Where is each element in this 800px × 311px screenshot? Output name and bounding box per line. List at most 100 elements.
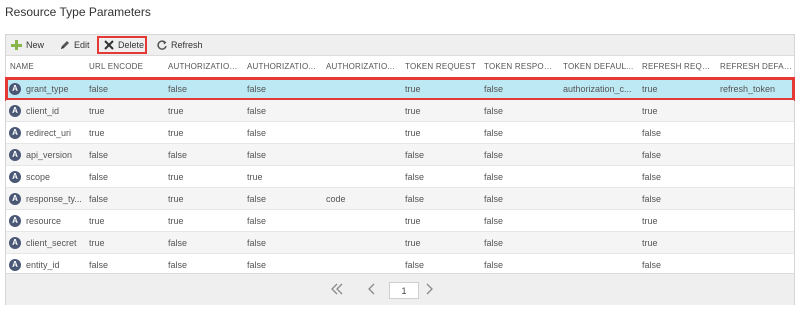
pagination-bar xyxy=(6,273,794,305)
toolbar: New Edit Delete Refresh xyxy=(6,35,794,56)
cell-refresh-default xyxy=(720,100,792,122)
cell-name: redirect_uri xyxy=(26,128,72,138)
x-icon xyxy=(103,39,115,51)
cell-token-response: false xyxy=(484,106,504,116)
cell-authorization-3: code xyxy=(326,194,346,204)
cell-authorization-2: false xyxy=(247,216,267,226)
cell-url-encode: false xyxy=(89,172,109,182)
new-button-label: New xyxy=(26,40,45,50)
cell-refresh-request: true xyxy=(642,106,658,116)
page-number-input[interactable] xyxy=(389,282,419,299)
cell-authorization-3 xyxy=(326,144,398,166)
chevron-left-icon xyxy=(368,283,375,295)
cell-name: resource xyxy=(26,216,62,226)
cell-token-request: false xyxy=(405,150,425,160)
attribute-icon: A xyxy=(9,105,21,117)
cell-refresh-default xyxy=(720,232,792,254)
cell-token-response: false xyxy=(484,194,504,204)
cell-token-request: true xyxy=(405,216,421,226)
cell-authorization-1: true xyxy=(168,128,184,138)
attribute-icon: A xyxy=(9,171,21,183)
new-button[interactable]: New xyxy=(11,37,44,53)
cell-refresh-default xyxy=(720,166,792,188)
table-row[interactable]: Aresponse_ty... false true false code false fa… xyxy=(6,188,794,210)
table-row[interactable]: Aclient_secret true false false true false tru… xyxy=(6,232,794,254)
cell-authorization-1: true xyxy=(168,216,184,226)
table-row[interactable]: Aclient_id true true false true false true xyxy=(6,100,794,122)
cell-authorization-2: false xyxy=(247,106,267,116)
previous-page-button[interactable] xyxy=(365,282,379,298)
first-page-button[interactable] xyxy=(329,282,345,298)
table-row[interactable]: Agrant_type false false false true false autho… xyxy=(5,77,795,101)
cell-refresh-request: false xyxy=(642,172,662,182)
page-title: Resource Type Parameters xyxy=(5,5,151,19)
cell-token-response: false xyxy=(484,172,504,182)
cell-authorization-2: false xyxy=(247,84,267,94)
table-header: NAME URL ENCODE AUTHORIZATION... AUTHORI… xyxy=(6,56,794,78)
cell-refresh-request: true xyxy=(642,84,658,94)
cell-refresh-request: false xyxy=(642,128,662,138)
cell-token-request: false xyxy=(405,172,425,182)
cell-name: client_id xyxy=(26,106,60,116)
cell-authorization-3 xyxy=(326,166,398,188)
cell-token-default xyxy=(563,210,635,232)
cell-token-response: false xyxy=(484,216,504,226)
cell-token-default xyxy=(563,188,635,210)
refresh-icon xyxy=(156,39,168,51)
table-row[interactable]: Aredirect_uri true true false true false false xyxy=(6,122,794,144)
cell-authorization-1: true xyxy=(168,106,184,116)
cell-url-encode: true xyxy=(89,216,105,226)
attribute-icon: A xyxy=(9,259,21,271)
cell-url-encode: true xyxy=(89,106,105,116)
cell-authorization-1: true xyxy=(168,194,184,204)
cell-name: scope xyxy=(26,172,51,182)
cell-name: api_version xyxy=(26,150,73,160)
cell-authorization-3 xyxy=(326,210,398,232)
column-header-authorization-2[interactable]: AUTHORIZATIO... xyxy=(247,56,319,78)
column-header-url-encode[interactable]: URL ENCODE xyxy=(89,56,161,78)
parameters-grid: New Edit Delete Refresh NAME URL ENCODE … xyxy=(5,34,795,305)
column-header-authorization-1[interactable]: AUTHORIZATION... xyxy=(168,56,240,78)
cell-token-response: false xyxy=(484,128,504,138)
table-row[interactable]: Aapi_version false false false false false fal… xyxy=(6,144,794,166)
cell-refresh-default xyxy=(720,122,792,144)
cell-refresh-default: refresh_token xyxy=(720,84,776,94)
edit-button[interactable]: Edit xyxy=(59,37,90,53)
cell-authorization-2: true xyxy=(247,172,263,182)
cell-name: grant_type xyxy=(26,84,69,94)
pencil-icon xyxy=(59,39,71,51)
cell-token-response: false xyxy=(484,238,504,248)
cell-url-encode: false xyxy=(89,150,109,160)
cell-token-default xyxy=(563,122,635,144)
attribute-icon: A xyxy=(9,83,21,95)
table-row[interactable]: Ascope false true true false false false xyxy=(6,166,794,188)
plus-icon xyxy=(11,39,23,51)
refresh-button[interactable]: Refresh xyxy=(156,37,203,53)
cell-authorization-2: false xyxy=(247,128,267,138)
column-header-name[interactable]: NAME xyxy=(10,56,82,78)
cell-token-request: true xyxy=(405,238,421,248)
column-header-refresh-request[interactable]: REFRESH REQU... xyxy=(642,56,714,78)
cell-refresh-request: false xyxy=(642,194,662,204)
table-row[interactable]: Aresource true true false true false true xyxy=(6,210,794,232)
next-page-button[interactable] xyxy=(422,282,436,298)
delete-button-label: Delete xyxy=(118,40,145,50)
column-header-token-request[interactable]: TOKEN REQUEST xyxy=(405,56,477,78)
chevron-right-icon xyxy=(426,283,433,295)
cell-authorization-2: false xyxy=(247,150,267,160)
cell-authorization-1: true xyxy=(168,172,184,182)
column-header-token-default[interactable]: TOKEN DEFAUL... xyxy=(563,56,635,78)
cell-token-request: true xyxy=(405,84,421,94)
cell-token-default: authorization_c... xyxy=(563,84,632,94)
column-header-refresh-default[interactable]: REFRESH DEFAU... xyxy=(720,56,792,78)
column-header-authorization-3[interactable]: AUTHORIZATIO... xyxy=(326,56,398,78)
cell-refresh-request: true xyxy=(642,238,658,248)
cell-token-default xyxy=(563,144,635,166)
column-header-token-response[interactable]: TOKEN RESPON... xyxy=(484,56,556,78)
cell-authorization-3 xyxy=(326,78,398,100)
cell-refresh-default xyxy=(720,210,792,232)
delete-button[interactable]: Delete xyxy=(97,36,147,54)
cell-authorization-1: false xyxy=(168,150,188,160)
cell-authorization-2: false xyxy=(247,194,267,204)
attribute-icon: A xyxy=(9,127,21,139)
